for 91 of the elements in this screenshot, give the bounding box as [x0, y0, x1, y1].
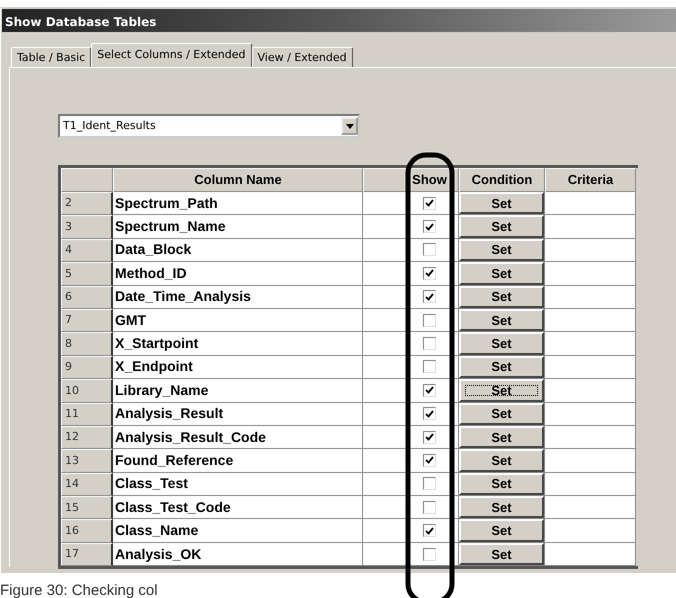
table-cell: Analysis_OK	[113, 542, 363, 566]
checkbox[interactable]	[422, 500, 436, 514]
criteria-field[interactable]	[545, 238, 636, 262]
checkbox[interactable]	[422, 477, 436, 490]
checkbox[interactable]	[422, 243, 436, 256]
set-button[interactable]: Set	[459, 472, 544, 496]
set-button[interactable]: Set	[459, 542, 544, 566]
table-cell: Library_Name	[113, 379, 363, 403]
checkbox[interactable]	[422, 337, 436, 350]
table-cell	[363, 449, 408, 473]
table-cell: Date_Time_Analysis	[113, 286, 363, 309]
criteria-field[interactable]	[545, 472, 636, 496]
criteria-field[interactable]	[545, 449, 636, 473]
table-cell	[363, 496, 408, 520]
table-cell: Analysis_Result_Code	[113, 426, 363, 450]
set-button[interactable]: Set	[459, 402, 544, 425]
table-cell	[363, 215, 408, 239]
table-dropdown[interactable]: T1_Ident_Results	[58, 114, 360, 138]
table-cell: X_Startpoint	[113, 332, 363, 356]
table-cell: Analysis_Result	[113, 402, 363, 426]
checkbox[interactable]	[422, 266, 436, 280]
set-button[interactable]: Set	[459, 379, 544, 402]
tab[interactable]: View / Extended	[252, 47, 353, 67]
checkbox[interactable]	[422, 430, 436, 444]
criteria-field[interactable]	[545, 332, 636, 356]
table-cell	[363, 426, 408, 450]
checkbox[interactable]	[422, 290, 436, 304]
table-cell: X_Endpoint	[113, 356, 363, 380]
set-button[interactable]: Set	[459, 332, 544, 355]
dropdown-value: T1_Ident_Results	[63, 118, 156, 134]
set-button[interactable]: Set	[459, 238, 544, 262]
checkbox[interactable]	[422, 454, 436, 467]
checkbox[interactable]	[422, 360, 436, 374]
criteria-field[interactable]	[545, 496, 636, 520]
table-cell	[363, 542, 408, 566]
table-cell	[363, 286, 408, 309]
set-button[interactable]: Set	[459, 519, 544, 542]
checkbox[interactable]	[422, 407, 436, 420]
criteria-field[interactable]	[545, 542, 636, 566]
table-cell	[363, 238, 408, 262]
criteria-field[interactable]	[545, 519, 636, 543]
checkbox[interactable]	[422, 196, 436, 210]
tab[interactable]: Table / Basic	[11, 47, 92, 67]
criteria-field[interactable]	[545, 426, 636, 450]
set-button[interactable]: Set	[459, 192, 544, 214]
table-cell: Class_Name	[113, 519, 363, 543]
criteria-field[interactable]	[545, 379, 636, 403]
table-cell	[363, 332, 408, 356]
header-cell	[61, 168, 113, 192]
table-cell	[363, 262, 408, 286]
window-title: Show Database Tables	[2, 9, 676, 32]
table-cell	[363, 402, 408, 426]
set-button[interactable]: Set	[459, 356, 544, 378]
set-button[interactable]: Set	[459, 308, 544, 332]
table-cell: Class_Test	[113, 472, 363, 496]
table-cell: Found_Reference	[113, 449, 363, 473]
set-button[interactable]: Set	[459, 496, 544, 518]
criteria-field[interactable]	[545, 402, 636, 426]
criteria-field[interactable]	[545, 286, 636, 309]
table-cell	[363, 356, 408, 380]
checkbox[interactable]	[422, 220, 436, 234]
column-header: Criteria	[545, 168, 636, 192]
criteria-field[interactable]	[545, 262, 636, 286]
table-cell: Spectrum_Name	[113, 215, 363, 239]
table-cell	[363, 472, 408, 496]
figure-caption: Figure 30: Checking col	[0, 582, 158, 598]
table-cell: Data_Block	[113, 238, 363, 262]
set-button[interactable]: Set	[459, 286, 544, 308]
table-cell: Class_Test_Code	[113, 496, 363, 520]
table-cell: Method_ID	[113, 262, 363, 286]
criteria-field[interactable]	[545, 308, 636, 332]
criteria-field[interactable]	[545, 356, 636, 380]
set-button[interactable]: Set	[459, 262, 544, 285]
set-button[interactable]: Set	[459, 426, 544, 448]
set-button[interactable]: Set	[459, 215, 544, 238]
column-header: Column Name	[113, 168, 363, 192]
checkbox[interactable]	[422, 384, 436, 397]
table-cell: Spectrum_Path	[113, 192, 363, 216]
checkbox[interactable]	[422, 524, 436, 538]
table-cell	[363, 379, 408, 403]
table-cell	[363, 192, 408, 216]
checkbox[interactable]	[422, 548, 436, 561]
checkbox[interactable]	[422, 314, 436, 327]
tab[interactable]: Select Columns / Extended	[91, 43, 252, 67]
table-cell	[363, 519, 408, 543]
criteria-field[interactable]	[545, 215, 636, 239]
column-header: Condition	[459, 168, 545, 192]
criteria-field[interactable]	[545, 192, 636, 216]
table-cell	[363, 308, 408, 332]
table-cell: GMT	[113, 308, 363, 332]
set-button[interactable]: Set	[459, 449, 544, 472]
